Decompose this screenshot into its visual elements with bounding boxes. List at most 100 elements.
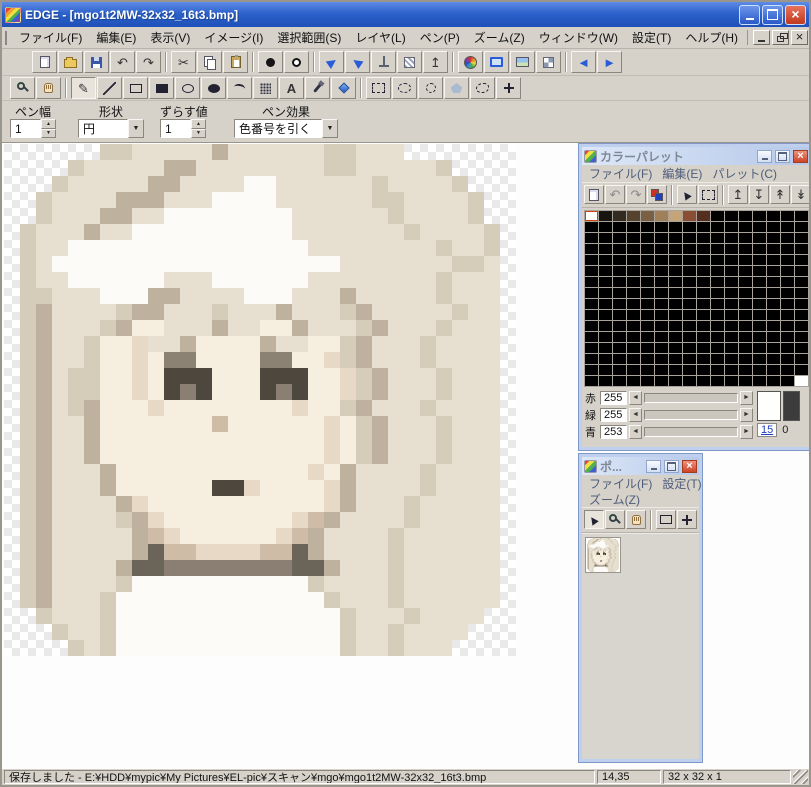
palette-cell[interactable] bbox=[641, 211, 654, 221]
zoom-tool-button[interactable] bbox=[10, 77, 35, 99]
palette-cell[interactable] bbox=[767, 365, 780, 375]
palette-cell[interactable] bbox=[669, 211, 682, 221]
palette-cell[interactable] bbox=[655, 255, 668, 265]
palette-cell[interactable] bbox=[767, 310, 780, 320]
fill-tool-button[interactable] bbox=[331, 77, 356, 99]
palette-cell[interactable] bbox=[753, 266, 766, 276]
palette-cell[interactable] bbox=[613, 310, 626, 320]
palette-cell[interactable] bbox=[697, 266, 710, 276]
tile-view-button[interactable] bbox=[536, 51, 561, 73]
palette-cell[interactable] bbox=[753, 332, 766, 342]
copy-button[interactable] bbox=[197, 51, 222, 73]
palette-cell[interactable] bbox=[669, 288, 682, 298]
select-polygon-tool-button[interactable] bbox=[444, 77, 469, 99]
next-frame-button[interactable]: ► bbox=[597, 51, 622, 73]
palette-cell[interactable] bbox=[585, 310, 598, 320]
palette-cell[interactable] bbox=[697, 365, 710, 375]
palette-cell[interactable] bbox=[599, 233, 612, 243]
measure-button[interactable] bbox=[371, 51, 396, 73]
select-ellipse-tool-button[interactable] bbox=[392, 77, 417, 99]
palette-cell[interactable] bbox=[655, 376, 668, 386]
palette-cell[interactable] bbox=[641, 222, 654, 232]
flip-vertical-button[interactable]: ▶ bbox=[345, 51, 370, 73]
palette-cell[interactable] bbox=[725, 321, 738, 331]
palette-cell[interactable] bbox=[781, 299, 794, 309]
palette-cell[interactable] bbox=[585, 332, 598, 342]
palette-cell[interactable] bbox=[753, 277, 766, 287]
spray-tool-button[interactable] bbox=[253, 77, 278, 99]
palette-cell[interactable] bbox=[739, 321, 752, 331]
palette-cell[interactable] bbox=[641, 244, 654, 254]
palette-cell[interactable] bbox=[739, 310, 752, 320]
palette-cell[interactable] bbox=[683, 376, 696, 386]
palette-cell[interactable] bbox=[599, 299, 612, 309]
palette-cell[interactable] bbox=[767, 299, 780, 309]
rect-tool-button[interactable] bbox=[123, 77, 148, 99]
palette-cell[interactable] bbox=[697, 354, 710, 364]
palette-cell[interactable] bbox=[767, 244, 780, 254]
palette-cell[interactable] bbox=[669, 266, 682, 276]
palette-cell[interactable] bbox=[697, 321, 710, 331]
palette-cell[interactable] bbox=[711, 343, 724, 353]
palette-cell[interactable] bbox=[599, 266, 612, 276]
preview-minimize-button[interactable] bbox=[646, 459, 661, 473]
palette-cell[interactable] bbox=[697, 255, 710, 265]
palette-cell[interactable] bbox=[585, 299, 598, 309]
palette-cell[interactable] bbox=[753, 376, 766, 386]
menu-layer[interactable]: レイヤ(L) bbox=[348, 27, 412, 48]
shift-value[interactable]: 1 bbox=[160, 119, 191, 138]
palette-cell[interactable] bbox=[655, 288, 668, 298]
preview-menu-item-1[interactable]: 設定(T) bbox=[658, 474, 705, 493]
palette-cell[interactable] bbox=[669, 365, 682, 375]
palette-cell[interactable] bbox=[697, 277, 710, 287]
palette-cell[interactable] bbox=[599, 321, 612, 331]
preview-title-bar[interactable]: ポ... bbox=[582, 457, 699, 475]
shift-value-down-button[interactable] bbox=[191, 128, 206, 138]
palette-cell[interactable] bbox=[613, 244, 626, 254]
menu-image[interactable]: イメージ(I) bbox=[197, 27, 270, 48]
shift-value-up-button[interactable] bbox=[191, 119, 206, 129]
palette-cell[interactable] bbox=[781, 332, 794, 342]
palette-cell[interactable] bbox=[697, 222, 710, 232]
palette-cell[interactable] bbox=[725, 343, 738, 353]
palette-cell[interactable] bbox=[627, 255, 640, 265]
preview-image-button[interactable] bbox=[510, 51, 535, 73]
palette-cell[interactable] bbox=[739, 222, 752, 232]
palette-cell[interactable] bbox=[739, 299, 752, 309]
palette-cell[interactable] bbox=[781, 222, 794, 232]
pointer-tool-button[interactable]: ▶ bbox=[584, 510, 604, 529]
select-rect-tool-button[interactable] bbox=[366, 77, 391, 99]
palette-cell[interactable] bbox=[781, 288, 794, 298]
palette-cell[interactable] bbox=[753, 343, 766, 353]
palette-cell[interactable] bbox=[767, 211, 780, 221]
palette-cell[interactable] bbox=[669, 376, 682, 386]
palette-cell[interactable] bbox=[585, 365, 598, 375]
palette-cell[interactable] bbox=[753, 211, 766, 221]
palette-cell[interactable] bbox=[753, 222, 766, 232]
shift-down-button[interactable]: ↧ bbox=[749, 185, 769, 204]
line-tool-button[interactable] bbox=[97, 77, 122, 99]
palette-cell[interactable] bbox=[683, 365, 696, 375]
select-circle-tool-button[interactable] bbox=[418, 77, 443, 99]
new-file-button[interactable] bbox=[32, 51, 57, 73]
palette-cell[interactable] bbox=[795, 255, 808, 265]
shift-up-button[interactable]: ↥ bbox=[728, 185, 748, 204]
palette-cell[interactable] bbox=[697, 310, 710, 320]
palette-cell[interactable] bbox=[767, 354, 780, 364]
menu-zoom[interactable]: ズーム(Z) bbox=[467, 27, 532, 48]
save-file-button[interactable] bbox=[84, 51, 109, 73]
palette-cell[interactable] bbox=[753, 233, 766, 243]
palette-cell[interactable] bbox=[725, 376, 738, 386]
palette-cell[interactable] bbox=[739, 354, 752, 364]
palette-cell[interactable] bbox=[627, 211, 640, 221]
menu-help[interactable]: ヘルプ(H) bbox=[678, 27, 745, 48]
palette-cell[interactable] bbox=[725, 288, 738, 298]
palette-cell[interactable] bbox=[753, 288, 766, 298]
palette-cell[interactable] bbox=[613, 376, 626, 386]
palette-cell[interactable] bbox=[599, 211, 612, 221]
palette-cell[interactable] bbox=[585, 222, 598, 232]
palette-cell[interactable] bbox=[641, 321, 654, 331]
palette-cell[interactable] bbox=[641, 233, 654, 243]
redo-button[interactable]: ↷ bbox=[136, 51, 161, 73]
curve-tool-button[interactable] bbox=[227, 77, 252, 99]
